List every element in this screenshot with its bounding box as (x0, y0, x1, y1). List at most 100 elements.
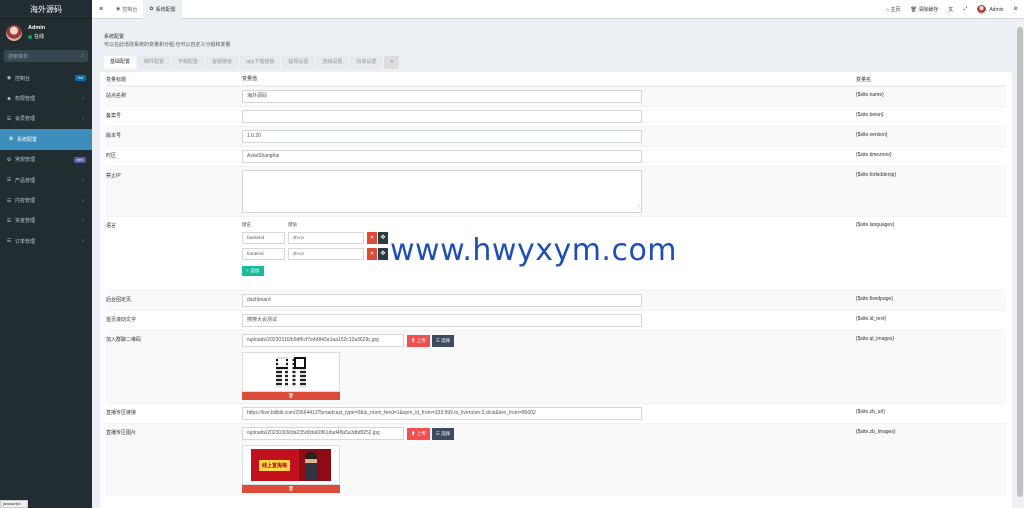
page-scrollbar[interactable] (1016, 19, 1024, 508)
tab-dashboard[interactable]: ◉ 控制台 (110, 0, 143, 19)
language-value-input[interactable]: zh-cn (288, 232, 364, 244)
page-title: 系统配置 (104, 34, 125, 40)
user-name: Admin (28, 25, 46, 31)
live-image-path-input[interactable]: /uploads/20230309/da235d0da60f61dad48a5a… (242, 427, 404, 440)
settings-icon[interactable]: ⚙ (1014, 6, 1018, 12)
chevron-left-icon: ‹ (82, 197, 84, 204)
row-var: {$site.forbiddenip} (856, 172, 897, 178)
language-value-input[interactable]: zh-cn (288, 248, 364, 260)
row-var: {$site.languages} (856, 222, 895, 228)
language-icon[interactable]: 文 (948, 6, 953, 13)
sidebar-item-4[interactable]: ⚙ 常规管理 new (0, 150, 92, 170)
avatar (977, 4, 987, 14)
gear-icon: ✿ (8, 136, 14, 143)
watermark: www.hwyxym.com (390, 233, 678, 268)
timezone-input[interactable]: Asia/Shanghai (242, 150, 642, 163)
chevron-left-icon: ‹ (82, 177, 84, 184)
browser-status-bar: javascript: (0, 500, 28, 508)
row-title: 后台固定页 (106, 297, 132, 303)
config-tab-6[interactable]: 游戏设置 (316, 56, 349, 69)
dashboard-icon: ◉ (6, 75, 12, 82)
beian-input[interactable] (242, 110, 642, 123)
sidebar-item-label: 资金管理 (15, 218, 36, 225)
list-icon: ☰ (6, 197, 12, 204)
row-var: {$site.name} (856, 92, 884, 98)
table-row: 首页滚动文字 撩撩大会测试 {$site.ld_text} (106, 310, 1006, 330)
menu-toggle-icon[interactable]: ≡ (92, 6, 110, 13)
search-icon[interactable]: ⌕ (81, 53, 84, 59)
config-tab-2[interactable]: 字典配置 (172, 56, 205, 69)
config-tab-1[interactable]: 邮件配置 (138, 56, 171, 69)
language-key-input[interactable]: frontend (242, 248, 285, 260)
forbidden-ip-textarea[interactable]: ⟋ (242, 170, 642, 213)
sidebar-item-label: 订单管理 (15, 238, 36, 245)
live-url-input[interactable]: https://live.bilibili.com/23664413?broad… (242, 407, 642, 420)
sidebar-item-8[interactable]: ☰ 订单管理 ‹ (0, 231, 92, 251)
upload-button[interactable]: ⬆ 上传 (407, 334, 430, 347)
append-button[interactable]: + 追加 (242, 266, 264, 276)
app-logo[interactable]: 海外源码 (0, 0, 92, 19)
row-title: 禁止IP (106, 173, 121, 179)
version-input[interactable]: 1.0.20 (242, 130, 642, 143)
sidebar-item-3[interactable]: ✿ 系统配置 (0, 129, 92, 150)
sidebar-item-label: 权限管理 (15, 96, 36, 103)
config-tab-3[interactable]: 客服链接 (206, 56, 239, 69)
config-tab-4[interactable]: app下载链接 (240, 56, 281, 69)
row-title: 时区 (106, 153, 117, 159)
fullscreen-icon[interactable]: ⤢ (963, 6, 967, 12)
sidebar-item-label: 控制台 (15, 75, 31, 82)
language-key-input[interactable]: backend (242, 232, 285, 244)
delete-image-button[interactable]: 🗑 (242, 485, 340, 493)
remove-button[interactable]: ✕ (367, 232, 377, 244)
select-button[interactable]: ☰ 选择 (431, 427, 455, 440)
sidebar-item-0[interactable]: ◉ 控制台 hot (0, 68, 92, 88)
delete-image-button[interactable]: 🗑 (242, 392, 340, 400)
clear-cache-button[interactable]: 🗑 清除缓存 (911, 6, 939, 13)
user-menu[interactable]: Admin (977, 4, 1004, 14)
live-banner-image: 线上宣淘淘 (251, 449, 331, 481)
site-name-input[interactable]: 海外源码 (242, 90, 642, 103)
col-name-header: 变量名 (856, 77, 872, 83)
scroll-text-input[interactable]: 撩撩大会测试 (242, 314, 642, 327)
home-link[interactable]: ⌂ 主页 (886, 6, 900, 13)
sidebar-search-input[interactable]: 搜索菜单 ⌕ (4, 50, 88, 62)
list-icon: ☰ (6, 177, 12, 184)
select-button[interactable]: ☰ 选择 (431, 334, 455, 347)
sidebar-item-1[interactable]: ☻ 权限管理 ‹ (0, 88, 92, 108)
config-tab-5[interactable]: 提现设置 (282, 56, 315, 69)
row-title: 直播专区图片 (106, 430, 137, 436)
scrollbar-thumb[interactable] (1017, 27, 1023, 497)
row-title: 直播专区链接 (106, 410, 137, 416)
menu-badge: hot (75, 75, 86, 82)
online-dot-icon (28, 34, 32, 39)
qr-code-image (276, 357, 306, 387)
remove-button[interactable]: ✕ (367, 248, 377, 260)
add-tab-button[interactable]: + (384, 56, 400, 69)
row-var: {$site.fixedpage} (856, 296, 893, 302)
config-tab-7[interactable]: 抢单设置 (350, 56, 383, 69)
sidebar-item-6[interactable]: ☰ 内容管理 ‹ (0, 190, 92, 210)
row-title: 语言 (106, 223, 117, 229)
fixed-page-input[interactable]: dashboard (242, 294, 642, 307)
gear-icon: ✿ (149, 6, 154, 12)
sidebar-item-5[interactable]: ☰ 产品管理 ‹ (0, 170, 92, 190)
resize-grip-icon[interactable]: ⟋ (636, 205, 640, 211)
table-row: 后台固定页 dashboard {$site.fixedpage} (106, 290, 1006, 310)
row-var: {$site.ql_images} (856, 336, 895, 342)
page-description: 可以在此增改系统的变量和分组,也可以自定义分组和变量 (104, 42, 231, 48)
sidebar-menu: ◉ 控制台 hot ☻ 权限管理 ‹ ☰ 会员管理 ‹ ✿ 系统配置 ⚙ 常规管理 new ☰ 产品管理 ‹ ☰ 内… (0, 68, 92, 252)
table-row: 直播专区链接 https://live.bilibili.com/2366441… (106, 403, 1006, 423)
table-row: 备案号 {$site.beian} (106, 106, 1006, 126)
user-status: 在线 (28, 33, 45, 40)
upload-button[interactable]: ⬆ 上传 (407, 427, 430, 440)
config-table: 变量标题 变量值 变量名 站点名称 海外源码 {$site.name} 备案号 … (100, 72, 1012, 496)
qr-image-path-input[interactable]: /uploads/20230310/b9df6cf7e4d843a1aa152c… (242, 334, 404, 347)
drag-handle-icon[interactable]: ✥ (378, 248, 388, 260)
row-title: 站点名称 (106, 93, 127, 99)
sidebar-item-2[interactable]: ☰ 会员管理 ‹ (0, 109, 92, 129)
sidebar-item-7[interactable]: ☰ 资金管理 ‹ (0, 211, 92, 231)
config-tab-0[interactable]: 基础配置 (104, 56, 137, 69)
drag-handle-icon[interactable]: ✥ (378, 232, 388, 244)
config-header: 系统配置 可以在此增改系统的变量和分组,也可以自定义分组和变量 基础配置 邮件配置… (100, 25, 1012, 72)
tab-system-config[interactable]: ✿ 系统配置 (143, 0, 182, 19)
